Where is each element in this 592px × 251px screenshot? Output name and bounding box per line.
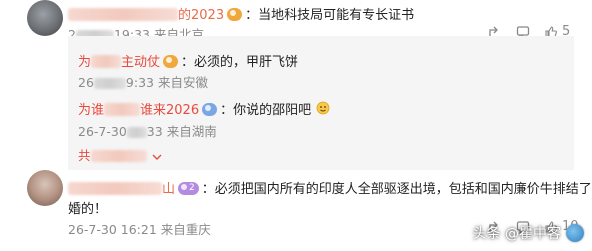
watermark-logo-icon [566, 224, 584, 242]
view-more-replies[interactable]: 共 [78, 145, 162, 165]
comment-separator: ： [201, 182, 215, 197]
count-blurred [90, 149, 147, 162]
username[interactable]: 的2023 [178, 8, 224, 23]
reply-time: 33 [146, 124, 163, 139]
chevron-down-icon [152, 146, 162, 165]
level-badge [163, 55, 179, 68]
comment-text: 当地科技局可能有专长证书 [258, 8, 415, 23]
reply-location: 来自湖南 [166, 124, 217, 139]
username[interactable]: 山 [162, 182, 175, 197]
view-more-label: 共 [78, 148, 91, 163]
comment2-text-continued: 婚的！ [68, 202, 108, 217]
reply-username[interactable]: 主动仗 [121, 55, 160, 70]
date-blurred [93, 78, 126, 89]
comment1-header: 的2023 ：当地科技局可能有专长证书 [68, 4, 414, 23]
reply-time: 9:33 [125, 75, 154, 90]
level-badge [227, 8, 243, 21]
comment-date: 26-7-30 16:21 [68, 222, 157, 237]
username-blurred [104, 103, 141, 116]
level-badge: 2 [178, 182, 199, 195]
username-blurred [68, 8, 178, 21]
reply-username[interactable]: 谁来2026 [140, 103, 199, 118]
comment-location: 来自重庆 [160, 222, 211, 237]
reply-username-prefix[interactable]: 为谁 [78, 103, 104, 118]
reply1-meta: 26 9:33 来自安徽 [78, 72, 208, 91]
username-blurred [68, 182, 162, 195]
reply-separator: ： [181, 55, 195, 70]
reply-location: 来自安徽 [157, 75, 208, 90]
watermark-text: 头条 @瞿中客 [472, 226, 561, 242]
reply-date-prefix: 26 [78, 75, 94, 90]
reply-text: 必须的，甲肝飞饼 [194, 55, 299, 70]
comment2-header: 山 2 ：必须把国内所有的印度人全部驱逐出境，包括和国内廉价牛排结了 [68, 178, 592, 197]
watermark: 头条 @瞿中客 [473, 223, 584, 243]
emoji-icon [316, 100, 330, 119]
username-blurred [91, 55, 122, 68]
reply2-meta: 26-7-30 33 来自湖南 [78, 121, 217, 140]
level-badge [202, 103, 218, 116]
comment2-meta: 26-7-30 16:21 来自重庆 [68, 219, 211, 238]
reply1-header: 为 主动仗 ：必须的，甲肝飞饼 [78, 51, 298, 70]
reply2-header: 为谁 谁来2026 ：你说的邵阳吧 [78, 99, 330, 119]
reply-username-prefix[interactable]: 为 [78, 55, 91, 70]
date-blurred [126, 127, 147, 138]
reply-date-prefix: 26-7-30 [78, 124, 127, 139]
comment-separator: ： [245, 8, 259, 23]
avatar[interactable] [27, 170, 63, 206]
reply-text: 你说的邵阳吧 [233, 103, 312, 118]
avatar[interactable] [27, 0, 63, 36]
comment-text: 必须把国内所有的印度人全部驱逐出境，包括和国内廉价牛排结了 [214, 182, 592, 197]
reply-separator: ： [220, 103, 234, 118]
